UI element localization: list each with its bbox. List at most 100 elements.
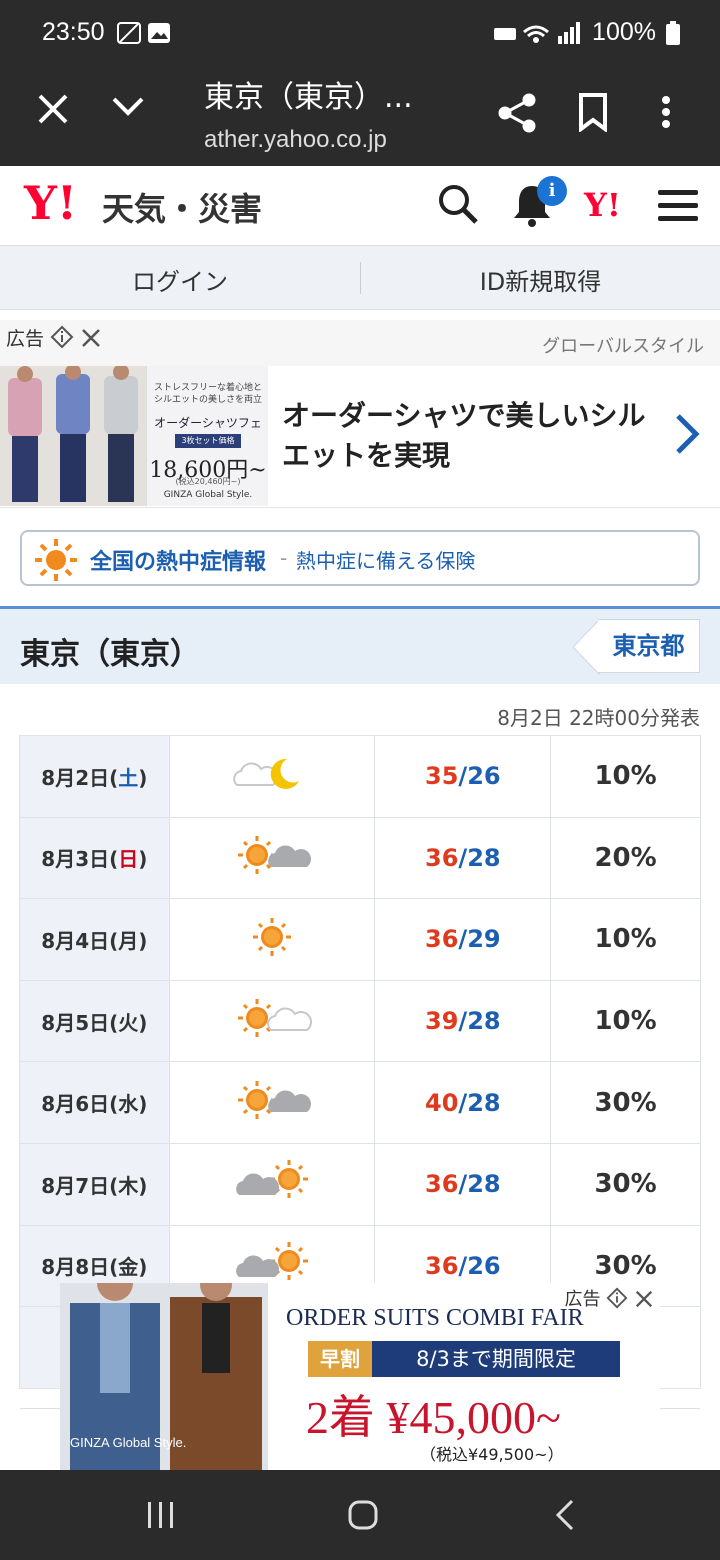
ad-headline[interactable]: オーダーシャツで美しいシルエットを実現 (282, 396, 662, 476)
precip-chance: 10% (550, 979, 701, 1063)
day-of-week: 土 (118, 765, 139, 790)
forecast-temps: 35/26 (374, 735, 552, 818)
cloud-sun-icon (168, 1142, 376, 1226)
ad-suit-photo[interactable]: GINZA Global Style. (60, 1265, 268, 1470)
high-temp: 36 (425, 925, 459, 954)
forecast-row: 8月4日(月) 36/29 10% (19, 898, 701, 981)
bookmark-icon[interactable] (576, 92, 610, 136)
date-text: 8月2日( (41, 765, 119, 790)
heatstroke-banner[interactable]: 全国の熱中症情報 - 熱中症に備える保険 (20, 530, 700, 586)
suit-ad[interactable]: GINZA Global Style. 広告 ORDER SUITS COMBI… (60, 1265, 660, 1470)
status-right: 100% (492, 18, 680, 47)
forecast-row: 8月6日(水) 40/28 30% (19, 1061, 701, 1144)
ad-info-icon[interactable] (50, 325, 74, 349)
day-of-week: 金 (118, 1255, 139, 1280)
date-close: ) (138, 1092, 148, 1117)
low-temp: 29 (467, 925, 501, 954)
day-of-week: 月 (118, 928, 139, 953)
day-of-week: 水 (118, 1092, 139, 1117)
cloud-moon-icon (168, 735, 376, 818)
forecast-row: 8月7日(木) 36/28 30% (19, 1142, 701, 1226)
location-name: 東京（東京） (20, 637, 200, 672)
ad-brand-mark: GINZA Global Style. (70, 1435, 187, 1450)
register-link[interactable]: ID新規取得 (361, 262, 720, 297)
recent-apps-icon[interactable] (146, 1500, 176, 1534)
close-tab-icon[interactable] (36, 90, 70, 136)
shirt-ad[interactable]: ストレスフリーな着心地とシルエットの美しさを両立 オーダーシャツフェア 3枚セッ… (0, 364, 720, 508)
login-link[interactable]: ログイン (0, 262, 360, 297)
high-temp: 36 (425, 843, 459, 872)
home-icon[interactable] (348, 1500, 378, 1534)
notification-badge: i (537, 176, 567, 206)
sun-icon (168, 898, 376, 981)
precip-chance: 10% (550, 898, 701, 981)
status-bar: 23:50 100% (0, 0, 720, 68)
precip-chance: 30% (550, 1142, 701, 1226)
precip-chance: 20% (550, 816, 701, 900)
high-temp: 40 (425, 1088, 459, 1117)
precip-chance: 10% (550, 735, 701, 818)
day-of-week: 火 (118, 1010, 139, 1035)
site-name[interactable]: 天気・災害 (102, 184, 262, 230)
ad-brand-mark: GINZA Global Style. (163, 490, 253, 500)
share-icon[interactable] (497, 92, 539, 138)
forecast-row: 8月5日(火) 39/28 10% (19, 979, 701, 1063)
ad-brand[interactable]: グローバルスタイル (542, 332, 704, 358)
precip-chance: 30% (550, 1061, 701, 1144)
ad-price-panel[interactable]: ストレスフリーな着心地とシルエットの美しさを両立 オーダーシャツフェア 3枚セッ… (146, 366, 268, 506)
high-temp: 39 (425, 1007, 459, 1036)
date-text: 8月6日( (41, 1092, 119, 1117)
low-temp: 28 (467, 1007, 501, 1036)
battery-icon (666, 20, 680, 45)
url-text[interactable]: ather.yahoo.co.jp (204, 126, 387, 154)
forecast-row: 8月2日(土) 35/26 10% (19, 735, 701, 818)
ad-close-icon[interactable] (80, 327, 102, 349)
browser-toolbar: 東京（東京）... ather.yahoo.co.jp (0, 68, 720, 166)
ad-tax: (税込20,460円~) (175, 477, 241, 486)
ad-close-icon[interactable] (634, 1289, 654, 1309)
ad-set-label: 3枚セット価格 (175, 434, 241, 448)
forecast-date: 8月6日(水) (19, 1061, 170, 1144)
chevron-down-icon[interactable] (108, 86, 148, 135)
back-icon[interactable] (552, 1498, 578, 1536)
date-close: ) (138, 928, 148, 953)
forecast-date: 8月3日(日) (19, 816, 170, 900)
page-title[interactable]: 東京（東京）... (204, 72, 434, 116)
forecast-temps: 39/28 (374, 979, 552, 1063)
issued-time: 8月2日 22時00分発表 (497, 706, 700, 730)
forecast-date: 8月4日(月) (19, 898, 170, 981)
high-temp: 36 (425, 1170, 459, 1199)
ad-label-text: 広告 (6, 328, 45, 350)
low-temp: 28 (467, 1170, 501, 1199)
ad-early-badge: 早割 (308, 1341, 372, 1377)
heatstroke-title[interactable]: 全国の熱中症情報 (90, 544, 266, 576)
ad-photo[interactable] (0, 364, 146, 506)
ad-label: 広告 (6, 324, 102, 351)
date-close: ) (138, 1255, 148, 1280)
prefecture-tab-arrow[interactable] (572, 617, 601, 679)
day-of-week: 日 (118, 847, 139, 872)
signal-wifi-icon (494, 21, 581, 44)
site-header: Y! 天気・災害 i Y! (0, 166, 720, 246)
search-icon[interactable] (436, 182, 480, 230)
yahoo-top-link[interactable]: Y! (584, 186, 621, 224)
date-close: ) (138, 1173, 148, 1198)
yahoo-logo[interactable]: Y! (24, 176, 77, 230)
ad-tagline: ストレスフリーな着心地とシルエットの美しさを両立 (153, 383, 262, 405)
forecast-date: 8月5日(火) (19, 979, 170, 1063)
ad-info-icon[interactable] (606, 1287, 628, 1309)
date-close: ) (138, 847, 148, 872)
heatstroke-subtitle[interactable]: 熱中症に備える保険 (296, 545, 475, 574)
forecast-row: 8月3日(日) 36/28 20% (19, 816, 701, 900)
ad-headline[interactable]: ORDER SUITS COMBI FAIR (286, 1305, 584, 1332)
day-of-week: 木 (118, 1173, 139, 1198)
date-text: 8月4日( (41, 928, 119, 953)
prefecture-link[interactable]: 東京都 (598, 619, 700, 673)
chevron-right-icon[interactable] (674, 412, 700, 460)
ad-price[interactable]: 2着 ¥45,000~ (306, 1381, 561, 1447)
forecast-date: 8月7日(木) (19, 1142, 170, 1226)
more-menu-icon[interactable] (656, 94, 676, 138)
date-close: ) (138, 765, 148, 790)
low-temp: 28 (467, 1088, 501, 1117)
hamburger-menu-icon[interactable] (658, 188, 698, 228)
